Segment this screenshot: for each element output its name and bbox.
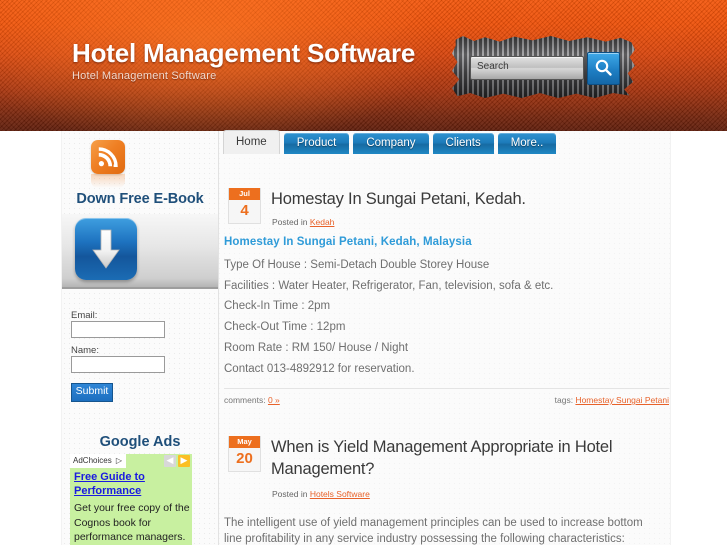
adchoices-badge[interactable]: AdChoices ▷: [70, 454, 127, 468]
chevron-right-icon[interactable]: ▶: [178, 455, 190, 467]
posted-in-label: Posted in: [272, 489, 308, 499]
tags-label: tags:: [554, 395, 574, 405]
site-title: Hotel Management Software: [72, 38, 416, 68]
post-date-badge: May 20: [228, 436, 261, 472]
email-label: Email:: [71, 310, 98, 321]
tab-home[interactable]: Home: [223, 130, 280, 154]
adchoices-triangle-icon: ▷: [115, 456, 123, 465]
post-tag-link[interactable]: Homestay Sungai Petani: [575, 395, 669, 405]
post-tags: tags: Homestay Sungai Petani: [519, 395, 669, 405]
post-line: Check-In Time : 2pm: [224, 300, 331, 312]
email-field[interactable]: [71, 321, 165, 338]
download-ebook-button[interactable]: [75, 218, 137, 280]
ad-carousel-nav: ◀ ▶: [164, 455, 190, 467]
post-line: Facilities : Water Heater, Refrigerator,…: [224, 280, 554, 292]
post-date-month: May: [229, 436, 260, 448]
post-category-link[interactable]: Hotels Software: [310, 489, 370, 499]
rss-icon[interactable]: [91, 140, 125, 174]
post-date-day: 4: [240, 202, 249, 219]
post-category-line: Posted in Kedah: [272, 217, 334, 227]
comments-label: comments:: [224, 395, 266, 405]
posted-in-label: Posted in: [272, 217, 308, 227]
chevron-left-icon[interactable]: ◀: [164, 455, 176, 467]
tab-company[interactable]: Company: [353, 133, 429, 154]
page-root: Hotel Management Software Hotel Manageme…: [0, 0, 727, 545]
main-content: Jul 4 Homestay In Sungai Petani, Kedah. …: [219, 155, 670, 545]
main-navigation: Home Product Company Clients More..: [223, 130, 557, 154]
search-input[interactable]: Search: [470, 56, 584, 80]
post-date-badge: Jul 4: [228, 188, 261, 224]
sidebar: Down Free E-Book Email: Name: Submit Goo…: [62, 131, 219, 545]
name-field[interactable]: [71, 356, 165, 373]
post-line: Type Of House : Semi-Detach Double Store…: [224, 259, 490, 271]
tab-more[interactable]: More..: [497, 133, 557, 154]
post-line: Contact 013-4892912 for reservation.: [224, 363, 415, 375]
download-arrow-icon: [92, 229, 120, 269]
post-body: The intelligent use of yield management …: [224, 517, 643, 545]
post-line: Room Rate : RM 150/ House / Night: [224, 342, 409, 354]
post-subheading: Homestay In Sungai Petani, Kedah, Malays…: [224, 236, 472, 248]
ad-description: Get your free copy of the Cognos book fo…: [74, 502, 190, 543]
post-title[interactable]: Homestay In Sungai Petani, Kedah.: [271, 188, 661, 210]
name-label: Name:: [71, 345, 99, 356]
ebook-heading: Down Free E-Book: [76, 191, 204, 207]
site-header-banner: Hotel Management Software Hotel Manageme…: [0, 0, 727, 131]
post-date-day: 20: [236, 450, 253, 467]
rss-waves-icon: [98, 147, 118, 167]
tab-product[interactable]: Product: [283, 133, 350, 154]
submit-button[interactable]: Submit: [71, 383, 113, 402]
post-title[interactable]: When is Yield Management Appropriate in …: [271, 436, 651, 480]
comments-count-link[interactable]: 0 »: [268, 395, 280, 405]
post-date-month: Jul: [229, 188, 260, 200]
google-ad-unit[interactable]: AdChoices ▷ ◀ ▶ Free Guide to Performanc…: [70, 454, 192, 545]
ad-title-link[interactable]: Free Guide to Performance: [74, 470, 190, 498]
site-tagline: Hotel Management Software: [72, 70, 217, 82]
post-line: Check-Out Time : 12pm: [224, 321, 346, 333]
search-icon: [595, 59, 612, 76]
rss-icon-reflection: [91, 174, 125, 188]
post-comments: comments: 0 »: [224, 395, 280, 405]
search-input-value: Search: [477, 61, 509, 72]
google-ads-heading: Google Ads: [99, 434, 181, 450]
search-widget: Search: [452, 36, 635, 98]
post-category-link[interactable]: Kedah: [310, 217, 335, 227]
post-meta-divider: [224, 388, 669, 389]
adchoices-label: AdChoices: [73, 456, 112, 465]
tab-clients[interactable]: Clients: [432, 133, 494, 154]
post-category-line: Posted in Hotels Software: [272, 489, 370, 499]
search-button[interactable]: [587, 52, 620, 85]
